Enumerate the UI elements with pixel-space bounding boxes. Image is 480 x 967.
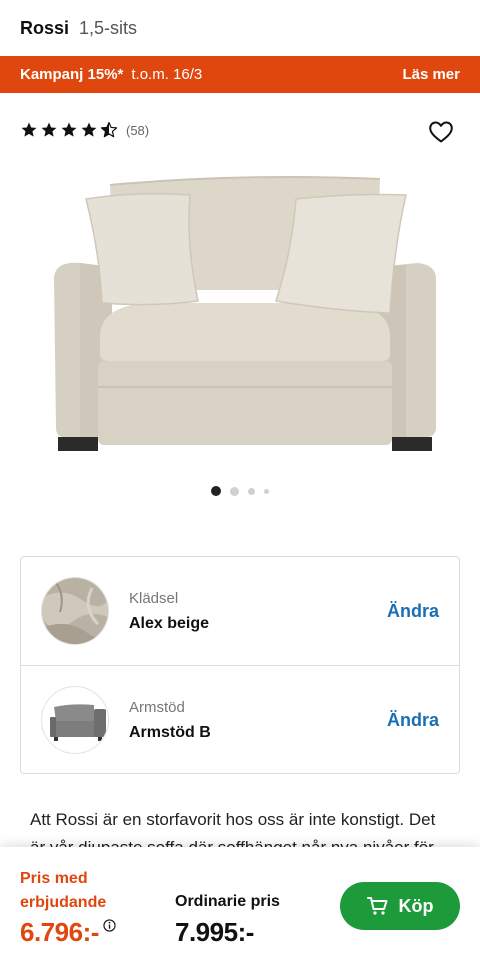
offer-price-label: Pris med erbjudande (20, 870, 107, 911)
gallery-dot-active[interactable] (211, 486, 221, 496)
cart-icon (366, 897, 387, 915)
gallery-dot[interactable] (248, 487, 255, 495)
product-name: Rossi (20, 17, 70, 38)
buy-button[interactable]: Köp (340, 882, 460, 930)
product-image[interactable] (40, 165, 450, 465)
campaign-dates: t.o.m. 16/3 (131, 66, 203, 83)
campaign-title: Kampanj 15%* (20, 66, 124, 83)
gallery-pagination[interactable] (0, 486, 480, 496)
armrest-label: Armstöd (129, 698, 185, 716)
fabric-swatch-icon (42, 578, 108, 644)
upholstery-label: Klädsel (129, 589, 179, 607)
offer-price-row: 6.796:- (20, 917, 116, 948)
star-icon (21, 122, 37, 137)
review-count: (58) (126, 122, 150, 138)
rating[interactable]: (58) (20, 121, 149, 139)
regular-price: 7.995:- (175, 917, 254, 947)
armrest-value: Armstöd B (129, 723, 211, 741)
star-rating (20, 121, 118, 139)
upholstery-value: Alex beige (129, 614, 210, 632)
half-star-icon (100, 121, 118, 138)
fabric-swatch-thumbnail (41, 577, 109, 645)
configuration-options: Klädsel Alex beige Ändra Armstöd Armstöd… (20, 556, 460, 774)
armrest-option[interactable]: Armstöd Armstöd B Ändra (21, 666, 459, 774)
product-header: Rossi 1,5-sits (0, 0, 480, 56)
star-icon (61, 122, 77, 137)
armrest-thumbnail (41, 686, 109, 754)
info-icon[interactable] (103, 919, 116, 932)
upholstery-option[interactable]: Klädsel Alex beige Ändra (21, 557, 459, 666)
product-description: Att Rossi är en storfavorit hos oss är i… (30, 810, 436, 851)
campaign-text: Kampanj 15%* t.o.m. 16/3 (20, 66, 202, 83)
product-variant: 1,5-sits (79, 17, 138, 38)
change-upholstery-button[interactable]: Ändra (387, 601, 439, 622)
star-icon (81, 122, 97, 137)
campaign-banner[interactable]: Kampanj 15%* t.o.m. 16/3 Läs mer (0, 56, 480, 93)
buy-label: Köp (398, 895, 434, 916)
heart-icon[interactable] (428, 120, 454, 144)
offer-price: 6.796:- (20, 917, 99, 947)
gallery-dot[interactable] (230, 486, 239, 496)
star-icon (41, 122, 57, 137)
armrest-sofa-icon (50, 704, 106, 741)
change-armrest-button[interactable]: Ändra (387, 710, 439, 731)
purchase-bar: Pris med erbjudande 6.796:- Ordinarie pr… (0, 847, 480, 967)
gallery-dot[interactable] (264, 488, 269, 494)
regular-price-label: Ordinarie pris (175, 893, 280, 910)
read-more-link[interactable]: Läs mer (402, 66, 460, 83)
